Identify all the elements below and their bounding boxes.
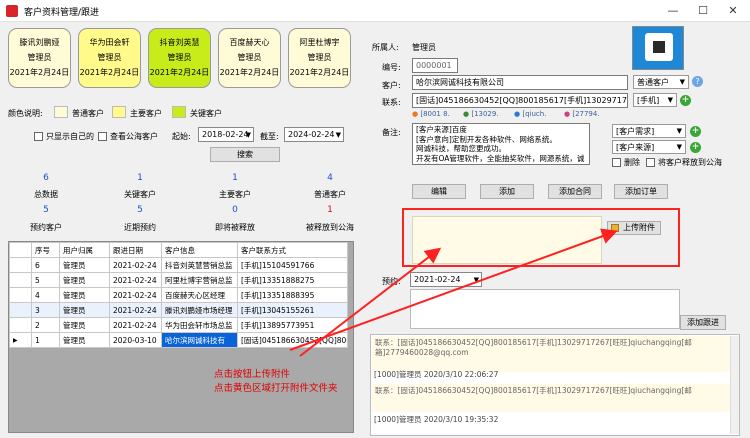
annotation-line-2: 点击黄色区域打开附件文件夹	[214, 383, 338, 394]
arrow-to-upload	[289, 228, 618, 351]
annotation-line-1: 点击按钮上传附件	[214, 369, 291, 380]
annotation-arrows	[289, 228, 618, 357]
